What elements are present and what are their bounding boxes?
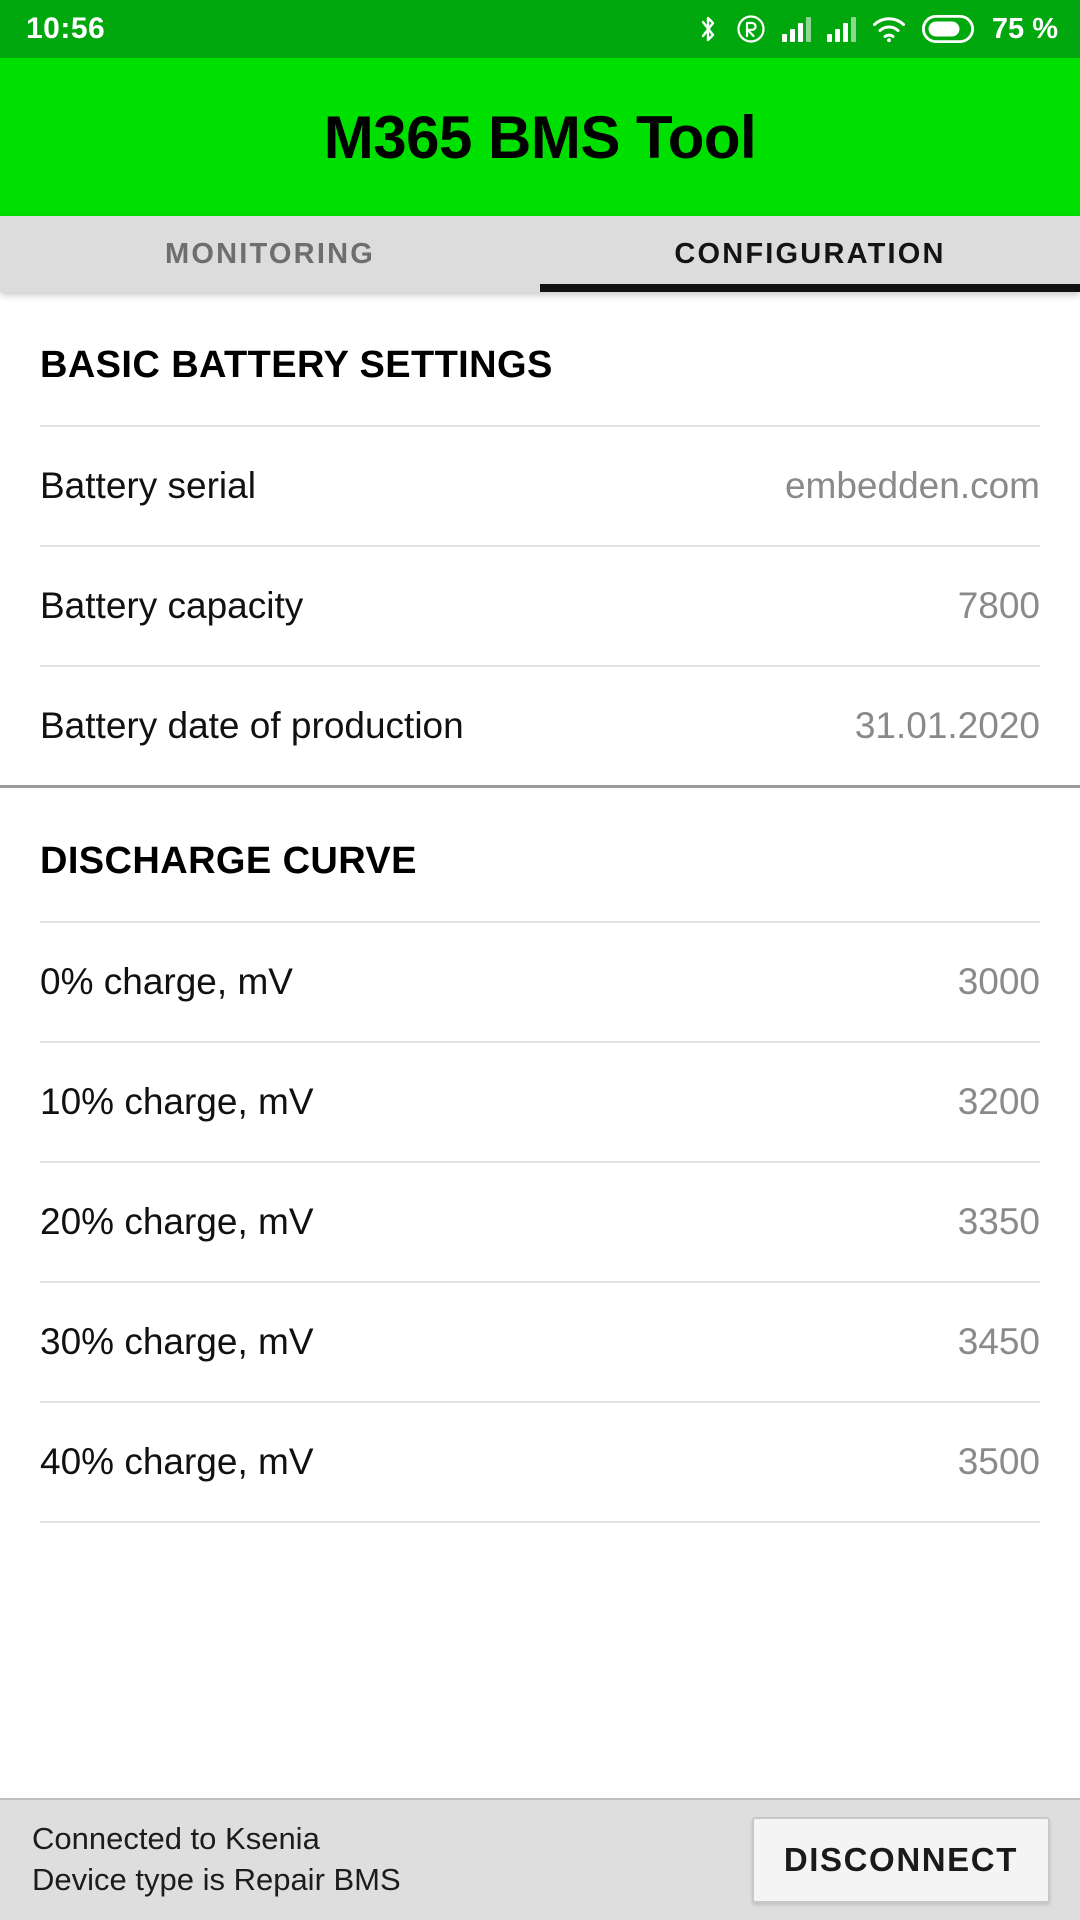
connection-device-name: Connected to Ksenia xyxy=(32,1821,320,1857)
status-icon-tray: 75 % xyxy=(696,14,1058,44)
app-bar: M365 BMS Tool xyxy=(0,58,1080,216)
setting-value: 7800 xyxy=(957,584,1040,626)
setting-row-charge-40[interactable]: 40% charge, mV 3500 xyxy=(0,1403,1080,1521)
signal-sim2-icon xyxy=(826,16,856,42)
status-clock: 10:56 xyxy=(26,12,106,45)
setting-label: Battery serial xyxy=(40,464,256,506)
tab-bar: MONITORING CONFIGURATION xyxy=(0,216,1080,292)
signal-sim1-icon xyxy=(781,16,811,42)
setting-label: Battery capacity xyxy=(40,584,304,626)
setting-value: 3450 xyxy=(957,1320,1040,1362)
setting-label: Battery date of production xyxy=(40,704,464,746)
setting-value: 3200 xyxy=(957,1080,1040,1122)
system-status-bar: 10:56 75 % xyxy=(0,0,1080,58)
setting-value: 3350 xyxy=(957,1200,1040,1242)
setting-row-charge-10[interactable]: 10% charge, mV 3200 xyxy=(0,1043,1080,1161)
tab-configuration[interactable]: CONFIGURATION xyxy=(540,216,1080,292)
setting-label: 40% charge, mV xyxy=(40,1440,314,1482)
tab-active-indicator xyxy=(540,284,1080,292)
setting-label: 30% charge, mV xyxy=(40,1320,314,1362)
connection-status-bar: Connected to Ksenia Device type is Repai… xyxy=(0,1798,1080,1920)
section-title: BASIC BATTERY SETTINGS xyxy=(40,344,553,386)
configuration-scroll-view[interactable]: BASIC BATTERY SETTINGS Battery serial em… xyxy=(0,292,1080,1798)
section-basic-battery-settings: BASIC BATTERY SETTINGS Battery serial em… xyxy=(0,292,1080,785)
setting-row-battery-serial[interactable]: Battery serial embedden.com xyxy=(0,427,1080,545)
setting-row-battery-date-of-production[interactable]: Battery date of production 31.01.2020 xyxy=(0,667,1080,785)
disconnect-button[interactable]: DISCONNECT xyxy=(751,1817,1050,1903)
app-root: 10:56 75 % M365 BMS Tool MONITORING CONF… xyxy=(0,0,1080,1920)
roaming-icon xyxy=(736,14,766,44)
setting-value: 3000 xyxy=(957,960,1040,1002)
section-discharge-curve: DISCHARGE CURVE 0% charge, mV 3000 10% c… xyxy=(0,788,1080,1523)
section-title: DISCHARGE CURVE xyxy=(40,840,417,882)
setting-row-charge-0[interactable]: 0% charge, mV 3000 xyxy=(0,923,1080,1041)
battery-percent-label: 75 % xyxy=(991,12,1058,45)
setting-value: 31.01.2020 xyxy=(854,704,1040,746)
setting-label: 10% charge, mV xyxy=(40,1080,314,1122)
setting-row-charge-20[interactable]: 20% charge, mV 3350 xyxy=(0,1163,1080,1281)
tab-monitoring[interactable]: MONITORING xyxy=(0,216,540,292)
setting-value: 3500 xyxy=(957,1440,1040,1482)
setting-row-charge-30[interactable]: 30% charge, mV 3450 xyxy=(0,1283,1080,1401)
connection-device-type: Device type is Repair BMS xyxy=(32,1862,401,1897)
connection-info: Connected to Ksenia Device type is Repai… xyxy=(32,1821,401,1898)
divider xyxy=(40,1521,1040,1523)
setting-value: embedden.com xyxy=(784,464,1040,506)
bluetooth-icon xyxy=(696,14,720,44)
setting-label: 20% charge, mV xyxy=(40,1200,314,1242)
setting-label: 0% charge, mV xyxy=(40,960,293,1002)
setting-row-battery-capacity[interactable]: Battery capacity 7800 xyxy=(0,547,1080,665)
wifi-icon xyxy=(872,16,906,43)
battery-icon xyxy=(921,15,974,43)
page-title: M365 BMS Tool xyxy=(323,103,757,171)
